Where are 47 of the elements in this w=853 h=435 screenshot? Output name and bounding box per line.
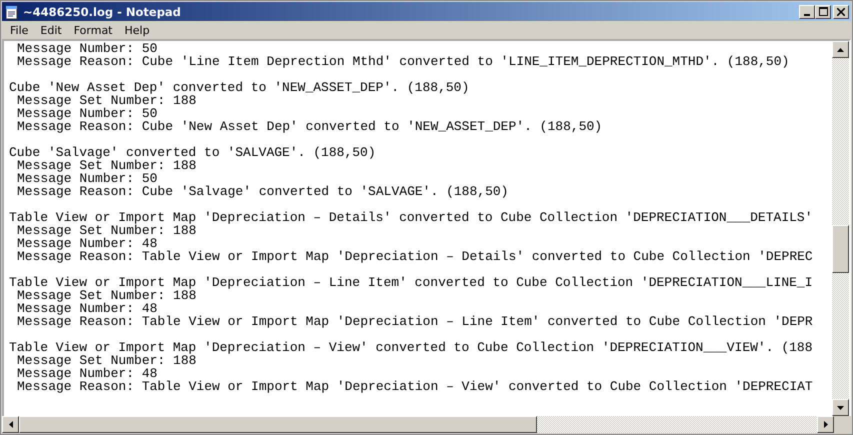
down-arrow-icon: [837, 406, 844, 410]
resize-grip[interactable]: [834, 416, 851, 433]
close-button[interactable]: [833, 4, 849, 18]
maximize-button[interactable]: [815, 4, 831, 18]
scroll-right-button[interactable]: [817, 416, 834, 433]
menu-item[interactable]: Format: [68, 24, 118, 37]
log-line: Cube 'New Asset Dep' converted to 'NEW_ASSET_DEP'. (188,50): [9, 81, 470, 94]
log-line: Message Set Number: 188: [16, 224, 198, 237]
horizontal-scrollbar[interactable]: [2, 416, 851, 433]
log-line: Message Reason: Cube 'New Asset Dep' converted to 'NEW_ASSET_DEP'. (188,50): [16, 120, 604, 133]
minimize-button[interactable]: [799, 4, 815, 18]
log-line: Message Set Number: 188: [16, 159, 198, 172]
notepad-icon: [4, 4, 20, 20]
log-line: Message Reason: Table View or Import Map 'Depreciation – Details' converted to Cube Collection 'DEPREC: [16, 250, 814, 263]
log-line: Message Number: 48: [16, 237, 158, 250]
log-line: Message Reason: Cube 'Line Item Deprection Mthd' converted to 'LINE_ITEM_DEPRECTION_MTHD'. (188,50): [16, 55, 790, 68]
menu-item[interactable]: Help: [118, 24, 156, 37]
log-line: Message Reason: Table View or Import Map 'Depreciation – View' converted to Cube Collection 'DEPRECIAT: [16, 380, 814, 393]
right-arrow-icon: [824, 421, 828, 428]
log-line: Table View or Import Map 'Depreciation – View' converted to Cube Collection 'DEPRECIATION___VIEW'. (188: [9, 341, 814, 354]
log-line: Message Number: 48: [16, 302, 158, 315]
scrollbar-thumb[interactable]: [832, 225, 849, 273]
log-line: Message Number: 50: [16, 42, 158, 55]
left-arrow-icon: [8, 421, 12, 428]
log-line: Table View or Import Map 'Depreciation – Line Item' converted to Cube Collection 'DEPRECIATION___LINE_I: [9, 276, 814, 289]
log-line: Message Reason: Table View or Import Map 'Depreciation – Line Item' converted to Cube Collection 'DEPR: [16, 315, 814, 328]
log-line: Message Set Number: 188: [16, 289, 198, 302]
log-line: Message Number: 50: [16, 107, 158, 120]
log-line: Table View or Import Map 'Depreciation – Details' converted to Cube Collection 'DEPRECIATION___DETAILS': [9, 211, 814, 224]
minimize-icon: [804, 14, 810, 16]
log-line: Message Number: 48: [16, 367, 158, 380]
log-line: Message Set Number: 188: [16, 354, 198, 367]
log-line: Cube 'Salvage' converted to 'SALVAGE'. (188,50): [9, 146, 377, 159]
scroll-down-button[interactable]: [832, 399, 849, 416]
vertical-scrollbar[interactable]: [832, 41, 849, 416]
menu-item[interactable]: File: [4, 24, 34, 37]
log-line: Message Number: 50: [16, 172, 158, 185]
up-arrow-icon: [837, 48, 844, 52]
scroll-up-button[interactable]: [832, 41, 849, 58]
window-title: ~4486250.log - Notepad: [23, 4, 181, 18]
scrollbar-thumb[interactable]: [19, 416, 537, 433]
scroll-left-button[interactable]: [2, 416, 19, 433]
close-icon: [837, 8, 845, 16]
maximize-icon: [818, 7, 828, 16]
log-line: Message Reason: Cube 'Salvage' converted to 'SALVAGE'. (188,50): [16, 185, 510, 198]
log-line: Message Set Number: 188: [16, 94, 198, 107]
menu-item[interactable]: Edit: [34, 24, 68, 37]
